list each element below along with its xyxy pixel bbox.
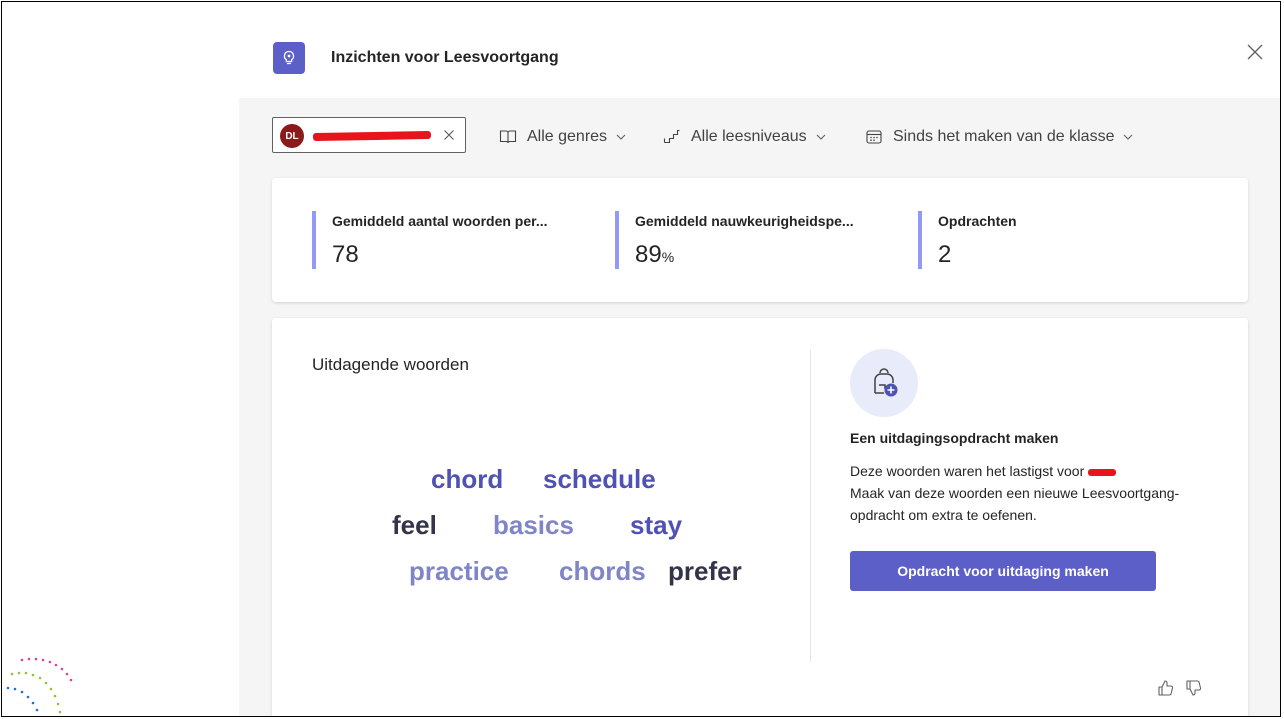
stat-number: 78 [332,241,359,268]
decorative-dots [6,657,73,716]
date-range-dropdown-label: Sinds het maken van de klasse [893,128,1115,145]
avatar: DL [280,124,304,148]
book-icon [499,130,517,144]
chevron-down-icon [816,134,826,140]
create-challenge-button[interactable]: Opdracht voor uitdaging maken [850,551,1156,591]
stat-number: 2 [938,241,952,268]
cta-description-line2: Maak van deze woorden een nieuwe Leesvoo… [850,485,1180,523]
stat-value: 89% [635,241,854,269]
redacted-student-name [312,130,432,142]
reading-level-dropdown[interactable]: Alle leesniveaus [663,126,827,148]
word-cloud-item: stay [630,510,683,540]
reading-level-dropdown-label: Alle leesniveaus [691,128,807,145]
remove-student-button[interactable] [441,127,457,143]
genre-dropdown-label: Alle genres [527,128,608,145]
cta-description: Deze woorden waren het lastigst voor Maa… [850,460,1210,526]
stat-value: 78 [332,241,548,269]
steps-icon [663,129,680,144]
cta-description-line1: Deze woorden waren het lastigst voor [850,463,1085,479]
cta-title: Een uitdagingsopdracht maken [850,430,1059,446]
insights-panel: Inzichten voor Leesvoortgang DL Alle gen… [239,2,1280,716]
stat-label: Opdrachten [938,213,1017,229]
thumbs-down-button[interactable] [1184,678,1204,698]
redacted-student-name [1088,468,1117,476]
genre-dropdown[interactable]: Alle genres [499,126,627,148]
panel-header: Inzichten voor Leesvoortgang [239,2,1280,98]
app-window: Inzichten voor Leesvoortgang DL Alle gen… [1,1,1281,717]
word-cloud-item: chord [431,464,504,494]
stat-unit: % [661,249,675,265]
stat-number: 89 [635,241,662,268]
backpack-add-icon [874,368,898,397]
word-cloud-item: practice [409,556,509,586]
stat-value: 2 [938,241,1017,269]
lightbulb-icon [283,50,295,65]
chevron-down-icon [1124,134,1133,140]
page-title: Inzichten voor Leesvoortgang [331,49,559,66]
stat-label: Gemiddeld aantal woorden per... [332,213,548,229]
student-filter-chip[interactable]: DL [272,117,466,153]
stat-average-accuracy: Gemiddeld nauwkeurigheidspe... 89% [615,211,854,269]
section-divider [810,350,811,662]
close-icon [1247,44,1263,60]
challenging-words-card: Uitdagende woorden chord schedule feel b… [272,318,1248,716]
word-cloud-item: basics [493,510,574,540]
stat-assignments: Opdrachten 2 [918,211,1017,269]
thumbs-up-icon [1158,680,1174,696]
insights-app-icon [273,42,305,74]
thumbs-up-button[interactable] [1156,678,1176,698]
panel-body: DL Alle genres Alle leesniveaus Sinds he… [239,98,1280,716]
close-icon [444,130,454,140]
thumbs-down-icon [1186,680,1202,696]
chevron-down-icon [616,134,626,140]
stats-card: Gemiddeld aantal woorden per... 78 Gemid… [272,178,1248,302]
word-cloud-item: schedule [543,464,656,494]
calendar-icon [866,130,882,144]
date-range-dropdown[interactable]: Sinds het maken van de klasse [865,126,1134,148]
filter-bar: DL Alle genres Alle leesniveaus Sinds he… [239,98,1280,178]
challenge-illustration [850,349,918,417]
word-cloud-item: feel [392,510,437,540]
section-title: Uitdagende woorden [312,355,469,374]
stat-average-words: Gemiddeld aantal woorden per... 78 [312,211,548,269]
close-button[interactable] [1243,40,1267,64]
stat-label: Gemiddeld nauwkeurigheidspe... [635,213,854,229]
word-cloud-item: chords [559,556,646,586]
word-cloud-item: prefer [668,556,742,586]
